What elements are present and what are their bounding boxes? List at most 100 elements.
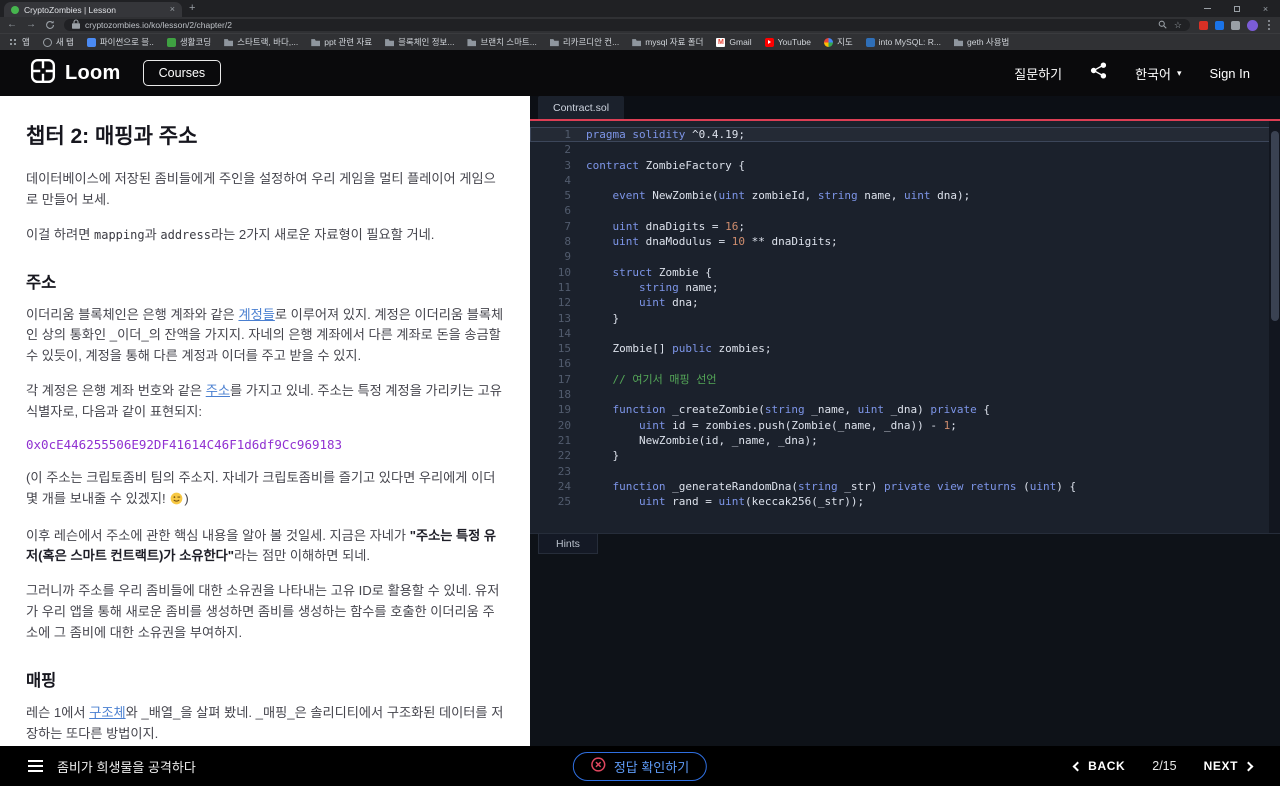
- code-line: 24 function _generateRandomDna(string _s…: [530, 479, 1280, 494]
- zoom-icon[interactable]: [1158, 20, 1167, 31]
- next-button[interactable]: NEXT: [1203, 759, 1254, 773]
- url-text: cryptozombies.io/ko/lesson/2/chapter/2: [85, 20, 232, 30]
- text-segment: uint: [612, 219, 640, 233]
- text-segment: function: [612, 479, 666, 493]
- bookmark-item[interactable]: 브랜치 스마트...: [467, 36, 537, 48]
- bookmark-item[interactable]: 파이썬으로 블..: [86, 36, 154, 48]
- chevron-left-icon: [1072, 761, 1083, 771]
- line-number: 13: [557, 311, 571, 325]
- signin-link[interactable]: Sign In: [1210, 66, 1250, 81]
- share-icon[interactable]: [1090, 62, 1107, 84]
- code-line: 19 function _createZombie(string _name, …: [530, 402, 1280, 417]
- code-text: contract ZombieFactory {: [586, 158, 745, 172]
- code-line: 23: [530, 464, 1280, 479]
- text-segment: // 여기서 매핑 선언: [612, 372, 717, 386]
- window-maximize-icon[interactable]: [1222, 0, 1251, 17]
- bookmark-item[interactable]: M Gmail: [716, 37, 752, 47]
- screen: CryptoZombies | Lesson × + × ← → cryptoz…: [0, 0, 1280, 786]
- bookmark-label: Gmail: [729, 37, 752, 47]
- back-button[interactable]: BACK: [1072, 759, 1125, 773]
- text-segment: uint: [857, 403, 885, 417]
- bookmark-item[interactable]: 리카르디안 컨...: [549, 36, 619, 48]
- line-number: 5: [564, 189, 571, 203]
- code-editor[interactable]: 1 pragma solidity ^0.4.19; 2 3 contract Zomb…: [530, 121, 1280, 533]
- bookmark-item[interactable]: into MySQL: R...: [865, 37, 941, 47]
- window-close-icon[interactable]: ×: [1251, 0, 1280, 17]
- text-segment: 16: [725, 219, 739, 233]
- code-line: 20 uint id = zombies.push(Zombie(_name, …: [530, 418, 1280, 433]
- lesson-panel[interactable]: 챕터 2: 매핑과 주소 데이터베이스에 저장된 좀비들에게 주인을 설정하여 …: [0, 96, 530, 746]
- line-number: 9: [564, 250, 571, 264]
- code-line: 17 // 여기서 매핑 선언: [530, 372, 1280, 387]
- section-heading-address: 주소: [26, 273, 57, 292]
- line-number: 4: [564, 173, 571, 187]
- code-line: 15 Zombie[] public zombies;: [530, 341, 1280, 356]
- lesson-link[interactable]: 주소: [206, 383, 230, 398]
- code-line: 12 uint dna;: [530, 295, 1280, 310]
- bookmark-item[interactable]: 블록체인 정보...: [385, 36, 454, 48]
- tab-contract-sol[interactable]: Contract.sol: [538, 96, 625, 119]
- brand[interactable]: Loom: [30, 58, 121, 89]
- bookmark-item[interactable]: 스타트랙, 바다,...: [224, 36, 298, 48]
- bookmark-label: 스타트랙, 바다,...: [237, 37, 299, 47]
- profile-avatar[interactable]: [1247, 19, 1258, 31]
- bookmark-item[interactable]: mysql 자료 폴더: [632, 36, 703, 48]
- text-segment: private: [884, 479, 931, 493]
- code-line: 18: [530, 387, 1280, 402]
- menu-icon[interactable]: [1268, 24, 1270, 26]
- tab-hints[interactable]: Hints: [538, 534, 598, 554]
- bookmark-item[interactable]: 앱: [9, 36, 30, 48]
- text-segment: contract: [586, 158, 639, 172]
- bookmark-item[interactable]: 새 탭: [42, 36, 74, 48]
- line-number: 14: [557, 326, 571, 340]
- tab-close-icon[interactable]: ×: [170, 5, 175, 14]
- scrollbar-thumb[interactable]: [1270, 131, 1279, 321]
- text-segment: uint: [638, 418, 666, 432]
- forward-icon[interactable]: →: [26, 20, 36, 30]
- next-label: NEXT: [1203, 759, 1238, 773]
- window-minimize-icon[interactable]: [1193, 0, 1222, 17]
- lesson-link[interactable]: 계정들: [238, 307, 274, 322]
- code-line: 22 }: [530, 448, 1280, 463]
- eth-address: 0x0cE446255506E92DF41614C46F1d6df9Cc9691…: [26, 436, 343, 452]
- text-segment: 10: [731, 235, 745, 249]
- bookmark-item[interactable]: ppt 관련 자료: [311, 36, 372, 48]
- back-icon[interactable]: ←: [7, 20, 17, 30]
- bookmark-item[interactable]: 생활코딩: [166, 36, 211, 48]
- bookmark-item[interactable]: 지도: [824, 36, 853, 48]
- chapters-menu-icon[interactable]: [28, 765, 43, 767]
- bookmark-star-icon[interactable]: ☆: [1174, 20, 1182, 31]
- line-number: 21: [557, 433, 571, 447]
- extension-icon[interactable]: [1199, 20, 1208, 30]
- line-number: 12: [557, 296, 571, 310]
- folder-icon: [311, 39, 321, 47]
- extensions-puzzle-icon[interactable]: [1231, 20, 1240, 30]
- code-line: 4: [530, 173, 1280, 188]
- chapter-progress: 2/15: [1152, 759, 1177, 773]
- new-tab-button[interactable]: +: [189, 2, 195, 14]
- courses-button[interactable]: Courses: [142, 60, 222, 86]
- text-segment: uint: [612, 235, 640, 249]
- code-text: uint dnaModulus = 10 ** dnaDigits;: [612, 235, 838, 249]
- lesson-paragraph: 데이터베이스에 저장된 좀비들에게 주인을 설정하여 우리 게임을 멀티 플레이…: [26, 171, 496, 207]
- code-text: // 여기서 매핑 선언: [586, 372, 717, 387]
- lesson-paragraph: (이 주소는 크립토좀비 팀의 주소지. 자네가 크립토좀비를 즐기고 있다면 …: [26, 468, 504, 512]
- bookmark-label: 새 탭: [55, 37, 74, 47]
- footer-lesson-title: 좀비가 희생물을 공격하다: [57, 759, 196, 775]
- hints-tab-bar: Hints: [530, 533, 1280, 554]
- address-bar[interactable]: cryptozombies.io/ko/lesson/2/chapter/2 ☆: [64, 19, 1190, 31]
- extension-icon[interactable]: [1215, 20, 1224, 30]
- code-text: event NewZombie(uint zombieId, string na…: [612, 189, 971, 203]
- bookmark-item[interactable]: geth 사용법: [954, 36, 1009, 48]
- bookmarks-bar: 앱 새 탭 파이썬으로 블.. 생활코딩 스타트랙, 바다,... ppt 관련 자료 블록…: [0, 33, 1280, 50]
- ask-question-link[interactable]: 질문하기: [1014, 64, 1062, 83]
- language-selector[interactable]: 한국어 ▾: [1135, 64, 1181, 83]
- folder-icon: [549, 39, 559, 47]
- editor-scrollbar[interactable]: [1269, 121, 1280, 533]
- bookmark-label: geth 사용법: [967, 37, 1010, 47]
- browser-tab[interactable]: CryptoZombies | Lesson ×: [4, 2, 182, 17]
- lesson-link[interactable]: 구조체: [89, 705, 125, 720]
- check-answer-button[interactable]: 정답 확인하기: [572, 751, 708, 781]
- refresh-icon[interactable]: [45, 20, 55, 30]
- bookmark-item[interactable]: YouTube: [764, 37, 811, 47]
